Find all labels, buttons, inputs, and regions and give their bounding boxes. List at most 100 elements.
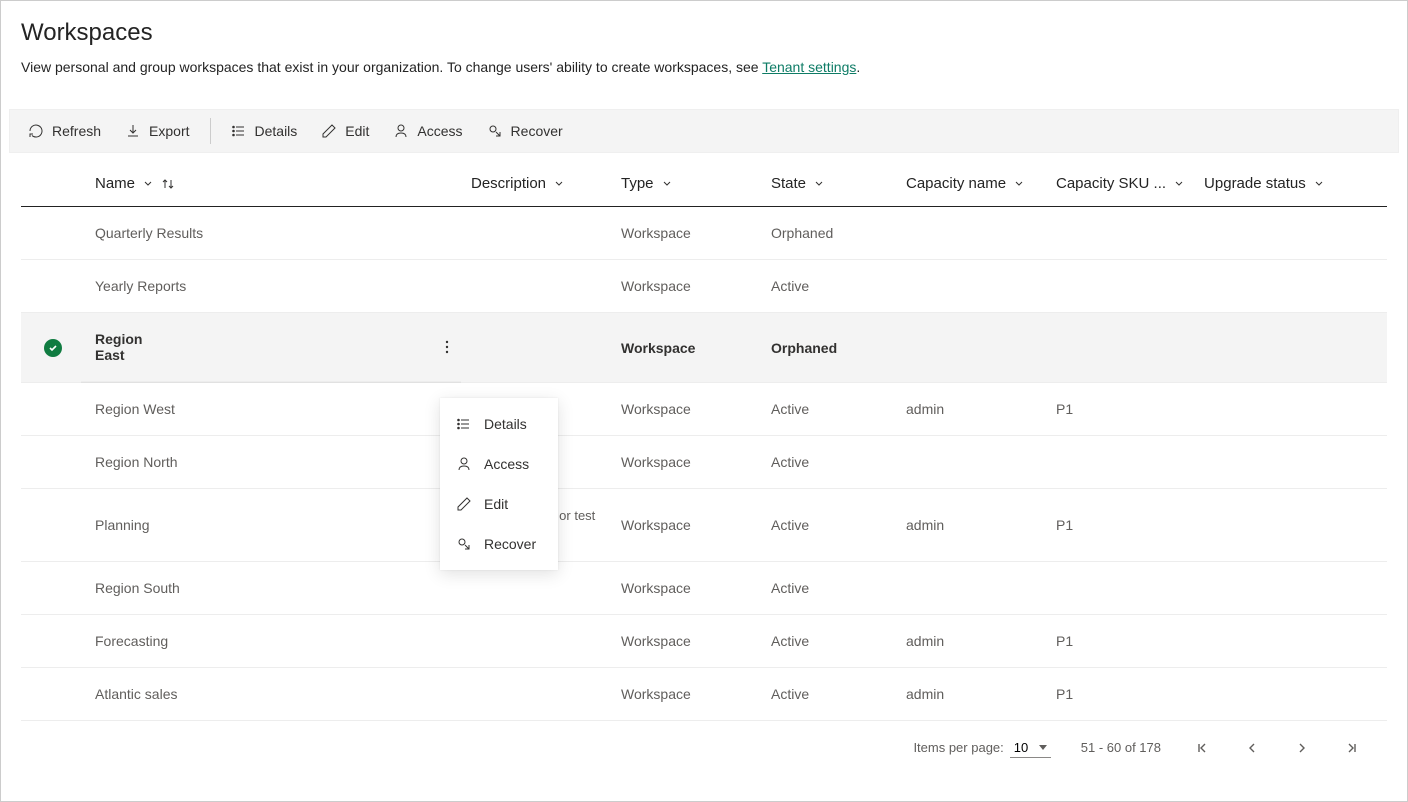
table-row[interactable]: Atlantic salesWorkspaceActiveadminP1 (21, 667, 1387, 720)
cell-name: Forecasting (95, 633, 168, 649)
table-row[interactable]: PlanningorkSpace area or test in BBTWork… (21, 489, 1387, 562)
recover-button[interactable]: Recover (477, 109, 573, 153)
last-page-button[interactable] (1341, 737, 1363, 759)
table-row[interactable]: Region East Workspace Orphaned (21, 313, 1387, 383)
edit-button[interactable]: Edit (311, 109, 379, 153)
cell-type: Workspace (621, 454, 691, 470)
col-cap-label: Capacity name (906, 175, 1006, 192)
pager-range: 51 - 60 of 178 (1081, 740, 1161, 755)
column-header-description[interactable]: Description (461, 159, 611, 207)
chevron-down-icon (814, 179, 824, 189)
menu-item-access[interactable]: Access (440, 444, 558, 484)
cell-type: Workspace (621, 580, 691, 596)
cell-name: Yearly Reports (95, 278, 186, 294)
cell-name: Quarterly Results (95, 225, 203, 241)
menu-item-edit[interactable]: Edit (440, 484, 558, 524)
recover-icon (456, 536, 472, 552)
toolbar: Refresh Export Details Edit Access (9, 109, 1399, 153)
cell-state: Orphaned (771, 340, 837, 356)
details-button[interactable]: Details (221, 109, 308, 153)
prev-page-button[interactable] (1241, 737, 1263, 759)
cell-capacity-name: admin (906, 633, 944, 649)
cell-state: Active (771, 580, 809, 596)
menu-access-label: Access (484, 456, 529, 472)
refresh-button[interactable]: Refresh (18, 109, 111, 153)
items-per-page-select[interactable]: 10 (1010, 738, 1051, 758)
refresh-icon (28, 123, 44, 139)
cell-type: Workspace (621, 278, 691, 294)
chevron-down-icon (1174, 179, 1184, 189)
column-header-type[interactable]: Type (611, 159, 761, 207)
person-icon (393, 123, 409, 139)
row-context-menu: Details Access Edit Recover (440, 398, 558, 570)
export-button[interactable]: Export (115, 109, 199, 153)
column-header-state[interactable]: State (761, 159, 896, 207)
list-icon (231, 123, 247, 139)
details-label: Details (255, 123, 298, 139)
table-row[interactable]: Region South Workspace Active (21, 561, 1387, 614)
page-subtitle: View personal and group workspaces that … (21, 59, 1387, 75)
col-state-label: State (771, 175, 806, 192)
sort-icon[interactable] (161, 177, 175, 191)
column-header-capacity-sku[interactable]: Capacity SKU ... (1046, 159, 1194, 207)
cell-name: Planning (95, 517, 150, 533)
chevron-down-icon (662, 179, 672, 189)
table-row[interactable]: Region North Workspace Active (21, 436, 1387, 489)
cell-state: Active (771, 686, 809, 702)
cell-type: Workspace (621, 340, 695, 356)
table-row[interactable]: Region WestWorkspaceActiveadminP1 (21, 383, 1387, 436)
column-header-upgrade-status[interactable]: Upgrade status (1194, 159, 1387, 207)
cell-type: Workspace (621, 225, 691, 241)
refresh-label: Refresh (52, 123, 101, 139)
chevron-down-icon (1014, 179, 1024, 189)
toolbar-separator (210, 118, 211, 144)
cell-state: Active (771, 454, 809, 470)
next-page-button[interactable] (1291, 737, 1313, 759)
menu-item-details[interactable]: Details (440, 404, 558, 444)
cell-type: Workspace (621, 686, 691, 702)
cell-capacity-name: admin (906, 517, 944, 533)
more-options-button[interactable] (442, 335, 451, 359)
subtitle-text: View personal and group workspaces that … (21, 59, 762, 75)
cell-type: Workspace (621, 401, 691, 417)
chevron-down-icon (143, 179, 153, 189)
pager: Items per page: 10 51 - 60 of 178 (21, 721, 1387, 771)
cell-state: Active (771, 278, 809, 294)
check-icon (44, 339, 62, 357)
chevron-down-icon (554, 179, 564, 189)
cell-state: Active (771, 517, 809, 533)
recover-label: Recover (511, 123, 563, 139)
download-icon (125, 123, 141, 139)
access-button[interactable]: Access (383, 109, 472, 153)
pencil-icon (456, 496, 472, 512)
list-icon (456, 416, 472, 432)
table-row[interactable]: Yearly Reports Workspace Active (21, 260, 1387, 313)
cell-name: Region West (95, 401, 175, 417)
items-per-page-label: Items per page: (913, 740, 1003, 755)
column-header-capacity-name[interactable]: Capacity name (896, 159, 1046, 207)
cell-name: Region South (95, 580, 180, 596)
menu-edit-label: Edit (484, 496, 508, 512)
col-type-label: Type (621, 175, 654, 192)
subtitle-post: . (856, 59, 860, 75)
cell-name: Atlantic sales (95, 686, 177, 702)
workspaces-table: Name Description Type State (21, 159, 1387, 721)
col-desc-label: Description (471, 175, 546, 192)
page-title: Workspaces (21, 19, 1387, 47)
tenant-settings-link[interactable]: Tenant settings (762, 59, 856, 75)
cell-name: Region East (95, 331, 142, 363)
menu-details-label: Details (484, 416, 527, 432)
col-upg-label: Upgrade status (1204, 175, 1306, 192)
pencil-icon (321, 123, 337, 139)
first-page-button[interactable] (1191, 737, 1213, 759)
table-row[interactable]: Quarterly ResultsWorkspaceOrphaned (21, 207, 1387, 260)
recover-icon (487, 123, 503, 139)
menu-item-recover[interactable]: Recover (440, 524, 558, 564)
cell-capacity-sku: P1 (1056, 517, 1073, 533)
column-header-name[interactable]: Name (81, 159, 461, 207)
access-label: Access (417, 123, 462, 139)
cell-type: Workspace (621, 517, 691, 533)
cell-name: Region North (95, 454, 178, 470)
table-row[interactable]: ForecastingWorkspaceActiveadminP1 (21, 614, 1387, 667)
export-label: Export (149, 123, 189, 139)
